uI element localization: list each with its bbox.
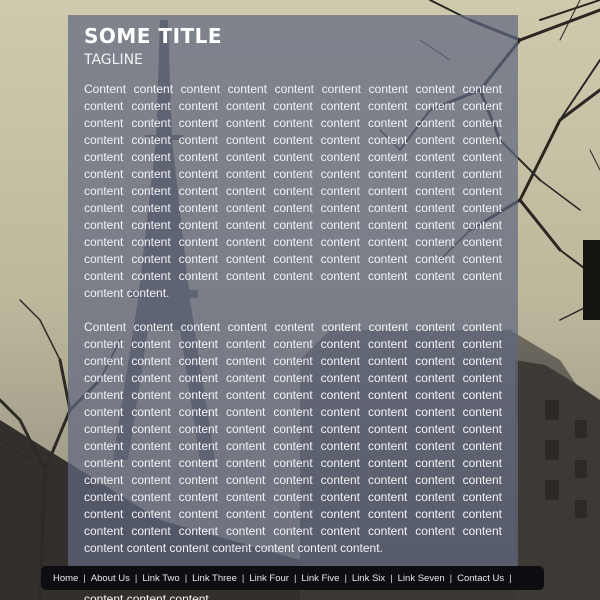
nav-separator: | xyxy=(241,572,245,584)
nav-link-link-four[interactable]: Link Four xyxy=(249,573,289,584)
nav-link-link-two[interactable]: Link Two xyxy=(142,573,179,584)
nav-item-link-two: Link Two | xyxy=(142,573,192,584)
nav-item-home: Home | xyxy=(53,573,91,584)
site-tagline: TAGLINE xyxy=(84,52,143,68)
nav-list: Home | About Us | Link Two | Link Three … xyxy=(53,573,517,584)
nav-item-link-seven: Link Seven | xyxy=(398,573,457,584)
site-title: SOME TITLE xyxy=(84,24,223,48)
nav-link-link-five[interactable]: Link Five xyxy=(301,573,339,584)
nav-separator: | xyxy=(449,572,453,584)
content-panel: SOME TITLE TAGLINE Content content conte… xyxy=(68,15,518,600)
nav-item-link-five: Link Five | xyxy=(301,573,351,584)
nav-link-link-six[interactable]: Link Six xyxy=(352,573,385,584)
nav-separator: | xyxy=(390,572,393,584)
content-paragraph-2: Content content content content content … xyxy=(84,320,502,555)
nav-item-link-four: Link Four | xyxy=(249,573,301,584)
nav-separator: | xyxy=(134,572,138,584)
nav-item-contact-us: Contact Us | xyxy=(457,573,516,584)
nav-item-about-us: About Us | xyxy=(91,573,143,584)
nav-separator: | xyxy=(184,572,188,584)
nav-item-link-three: Link Three | xyxy=(192,573,249,584)
nav-link-contact-us[interactable]: Contact Us xyxy=(457,573,504,584)
content-paragraph-1: Content content content content content … xyxy=(84,82,502,300)
nav-link-about-us[interactable]: About Us xyxy=(91,573,130,584)
nav-link-home[interactable]: Home xyxy=(53,573,78,584)
footer-nav: Home | About Us | Link Two | Link Three … xyxy=(41,566,544,590)
nav-separator: | xyxy=(83,572,86,584)
nav-separator: | xyxy=(293,572,297,584)
nav-link-link-three[interactable]: Link Three xyxy=(192,573,237,584)
nav-item-link-six: Link Six | xyxy=(352,573,398,584)
nav-separator: | xyxy=(509,572,512,584)
nav-link-link-seven[interactable]: Link Seven xyxy=(398,573,445,584)
nav-separator: | xyxy=(344,572,347,584)
